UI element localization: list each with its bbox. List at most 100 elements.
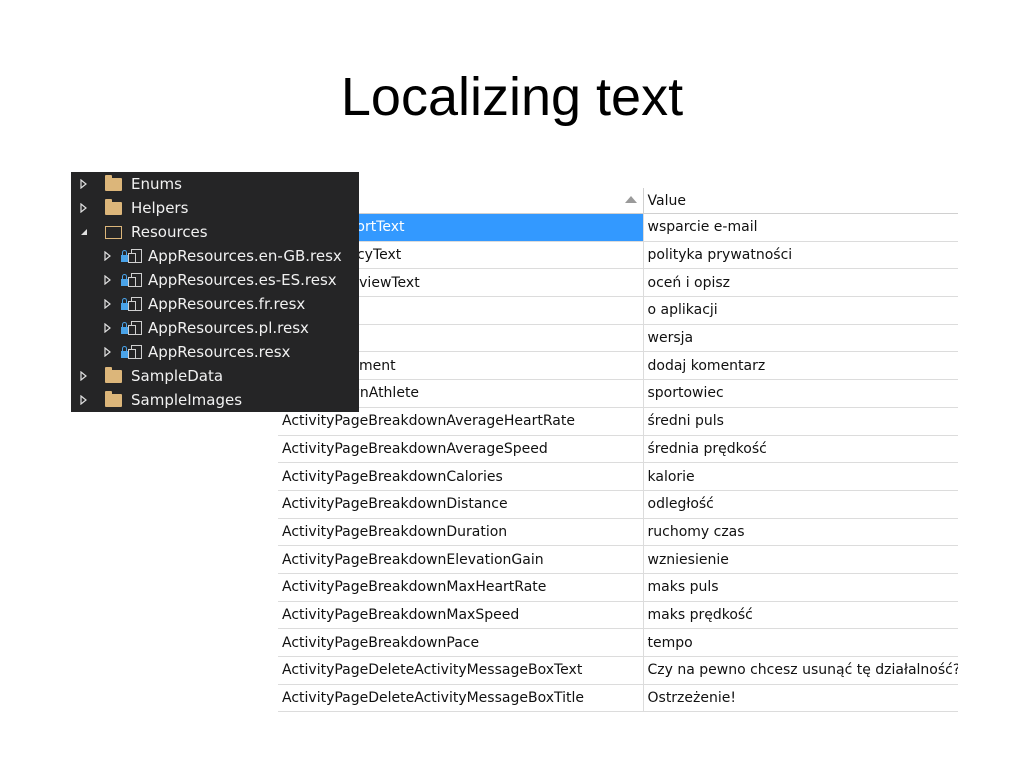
table-row[interactable]: ActivityPageBreakdownAverageHeartRate śre… — [278, 407, 958, 436]
lock-icon — [121, 321, 128, 334]
folder-icon — [105, 366, 122, 383]
document-icon — [128, 321, 142, 335]
tree-item-file[interactable]: AppResources.fr.resx — [101, 292, 305, 316]
table-row[interactable]: ActivityPageBreakdownCalories kalorie — [278, 462, 958, 491]
resource-name-cell[interactable]: ActivityPageBreakdownPace — [278, 628, 644, 657]
table-row[interactable]: Titleo aplikacji — [278, 296, 958, 325]
resource-value-cell[interactable]: średnia prędkość — [643, 435, 958, 464]
resource-name-cell[interactable]: ActivityPageDeleteActivityMessageBoxText — [278, 656, 644, 685]
document-icon — [128, 345, 142, 359]
slide-title: Localizing text — [340, 67, 684, 127]
folder-open-icon — [105, 225, 122, 239]
resource-name-cell[interactable]: ActivityPageBreakdownDuration — [278, 518, 644, 547]
lock-icon — [121, 249, 128, 262]
resource-value-cell[interactable]: o aplikacji — [643, 296, 958, 325]
tree-item-folder[interactable]: Helpers — [77, 196, 188, 220]
resource-value-cell[interactable]: kalorie — [643, 462, 958, 491]
table-row[interactable]: PrivacyPolicyTextpolityka prywatności — [278, 241, 958, 270]
tree-item-label: AppResources.resx — [148, 343, 291, 361]
tree-item-label: AppResources.es-ES.resx — [148, 271, 337, 289]
table-row[interactable]: eBreakdownAthletesportowiec — [278, 379, 958, 408]
resource-name-cell[interactable]: ActivityPageBreakdownCalories — [278, 462, 644, 491]
chevron-right-icon[interactable] — [77, 364, 91, 388]
resource-value-cell[interactable]: polityka prywatności — [643, 241, 958, 270]
resource-value-cell[interactable]: odległość — [643, 490, 958, 519]
resource-value-cell[interactable]: maks puls — [643, 573, 958, 602]
resource-value-cell[interactable]: wzniesienie — [643, 545, 958, 574]
tree-item-file[interactable]: AppResources.resx — [101, 340, 290, 364]
chevron-right-icon[interactable] — [101, 244, 115, 268]
tree-item-label: SampleImages — [131, 391, 243, 409]
tree-item-file[interactable]: AppResources.es-ES.resx — [101, 268, 337, 292]
tree-item-label: Helpers — [131, 199, 189, 217]
table-row[interactable]: ActivityPageBreakdownPace tempo — [278, 628, 958, 657]
resx-file-icon — [121, 273, 142, 287]
resource-grid: Value EmailSupportTextwsparcie e-mailPri… — [278, 188, 958, 713]
chevron-right-icon[interactable] — [101, 316, 115, 340]
resource-value-cell[interactable]: Ostrzeżenie! — [643, 684, 958, 713]
chevron-expanded-icon[interactable] — [77, 220, 91, 244]
chevron-right-icon[interactable] — [77, 172, 91, 196]
tree-item-folder[interactable]: SampleData — [77, 364, 223, 388]
resource-value-cell[interactable]: maks prędkość — [643, 601, 958, 630]
table-row[interactable]: EmailSupportTextwsparcie e-mail — [278, 213, 958, 242]
document-icon — [128, 249, 142, 263]
table-row[interactable]: ActivityPageBreakdownDuration ruchomy cza… — [278, 518, 958, 547]
table-row[interactable]: ActivityPageDeleteActivityMessageBoxTitl… — [278, 684, 958, 713]
resx-file-icon — [121, 345, 142, 359]
lock-icon — [121, 297, 128, 310]
table-row[interactable]: ActivityPageBreakdownMaxSpeed maks prędko… — [278, 601, 958, 630]
resource-value-cell[interactable]: sportowiec — [643, 379, 958, 408]
table-row[interactable]: ActivityPageBreakdownMaxHeartRate maks pu… — [278, 573, 958, 602]
value-column-header[interactable]: Value — [643, 188, 958, 214]
chevron-right-icon[interactable] — [101, 292, 115, 316]
resource-name-cell[interactable]: ActivityPageBreakdownElevationGain — [278, 545, 644, 574]
chevron-right-icon[interactable] — [101, 268, 115, 292]
resource-value-cell[interactable]: tempo — [643, 628, 958, 657]
table-row[interactable]: ActivityPageDeleteActivityMessageBoxText… — [278, 656, 958, 685]
resource-value-cell[interactable]: oceń i opisz — [643, 268, 958, 298]
resource-value-cell[interactable]: ruchomy czas — [643, 518, 958, 547]
sort-ascending-icon — [624, 196, 637, 203]
lock-icon — [121, 273, 128, 286]
tree-item-folder[interactable]: Resources — [77, 220, 208, 244]
tree-item-folder[interactable]: Enums — [77, 172, 182, 196]
table-row[interactable]: eAddACommentdodaj komentarz — [278, 351, 958, 381]
table-row[interactable]: ActivityPageBreakdownElevationGain wznies… — [278, 545, 958, 574]
resource-name-cell[interactable]: ActivityPageDeleteActivityMessageBoxTitl… — [278, 684, 644, 713]
resx-file-icon — [121, 321, 142, 335]
resx-file-icon — [121, 249, 142, 263]
table-row[interactable]: ActivityPageBreakdownDistance odległość — [278, 490, 958, 519]
table-row[interactable]: ActivityPageBreakdownAverageSpeed średnia… — [278, 435, 958, 464]
chevron-right-icon[interactable] — [77, 388, 91, 412]
folder-icon — [105, 390, 122, 407]
document-icon — [128, 273, 142, 287]
resx-file-icon — [121, 297, 142, 311]
resource-value-cell[interactable]: wsparcie e-mail — [643, 213, 958, 242]
tree-item-file[interactable]: AppResources.pl.resx — [101, 316, 309, 340]
resource-name-cell[interactable]: ActivityPageBreakdownAverageSpeed — [278, 435, 644, 464]
tree-item-folder[interactable]: SampleImages — [77, 388, 242, 412]
grid-header-row: Value — [278, 188, 958, 214]
document-icon — [128, 297, 142, 311]
lock-icon — [121, 345, 128, 358]
resource-value-cell[interactable]: średni puls — [643, 407, 958, 436]
resource-value-cell[interactable]: Czy na pewno chcesz usunąć tę działalnoś… — [643, 656, 958, 685]
resource-name-cell[interactable]: ActivityPageBreakdownMaxHeartRate — [278, 573, 644, 602]
chevron-right-icon[interactable] — [77, 196, 91, 220]
resource-value-cell[interactable]: wersja — [643, 324, 958, 353]
table-row[interactable]: Versionwersja — [278, 324, 958, 353]
tree-item-label: SampleData — [131, 367, 224, 385]
folder-icon — [105, 174, 122, 191]
tree-item-label: AppResources.pl.resx — [148, 319, 309, 337]
solution-explorer: Enums Helpers Resources AppResources.en-GB.… — [71, 172, 359, 412]
table-row[interactable]: RateAndReviewTextoceń i opisz — [278, 268, 958, 298]
resource-value-cell[interactable]: dodaj komentarz — [643, 351, 958, 381]
folder-icon — [105, 198, 122, 215]
resource-name-cell[interactable]: ActivityPageBreakdownMaxSpeed — [278, 601, 644, 630]
chevron-right-icon[interactable] — [101, 340, 115, 364]
tree-item-label: Enums — [131, 175, 182, 193]
resource-name-cell[interactable]: ActivityPageBreakdownDistance — [278, 490, 644, 519]
tree-item-file[interactable]: AppResources.en-GB.resx — [101, 244, 342, 268]
tree-item-label: AppResources.en-GB.resx — [148, 247, 342, 265]
